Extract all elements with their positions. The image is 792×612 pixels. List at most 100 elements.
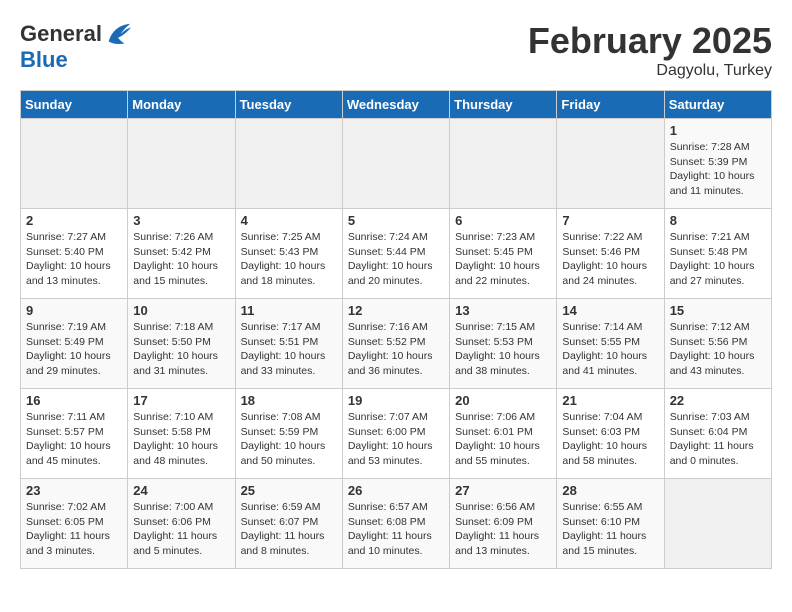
day-number: 14 bbox=[562, 303, 658, 318]
calendar-cell: 13 Sunrise: 7:15 AM Sunset: 5:53 PM Dayli… bbox=[450, 299, 557, 389]
day-info: Sunrise: 6:56 AM Sunset: 6:09 PM Dayligh… bbox=[455, 500, 551, 559]
calendar-cell: 2 Sunrise: 7:27 AM Sunset: 5:40 PM Daylig… bbox=[21, 209, 128, 299]
day-info: Sunrise: 6:55 AM Sunset: 6:10 PM Dayligh… bbox=[562, 500, 658, 559]
calendar-cell: 21 Sunrise: 7:04 AM Sunset: 6:03 PM Dayli… bbox=[557, 389, 664, 479]
calendar-cell: 16 Sunrise: 7:11 AM Sunset: 5:57 PM Dayli… bbox=[21, 389, 128, 479]
calendar-cell: 9 Sunrise: 7:19 AM Sunset: 5:49 PM Daylig… bbox=[21, 299, 128, 389]
logo-general: General bbox=[20, 21, 102, 46]
day-info: Sunrise: 7:16 AM Sunset: 5:52 PM Dayligh… bbox=[348, 320, 444, 379]
day-info: Sunrise: 7:08 AM Sunset: 5:59 PM Dayligh… bbox=[241, 410, 337, 469]
day-number: 12 bbox=[348, 303, 444, 318]
calendar-cell: 7 Sunrise: 7:22 AM Sunset: 5:46 PM Daylig… bbox=[557, 209, 664, 299]
calendar-cell: 6Sunrise: 7:23 AM Sunset: 5:45 PM Daylig… bbox=[450, 209, 557, 299]
day-number: 24 bbox=[133, 483, 229, 498]
calendar-cell bbox=[450, 119, 557, 209]
day-number: 3 bbox=[133, 213, 229, 228]
day-number: 16 bbox=[26, 393, 122, 408]
week-row: 16 Sunrise: 7:11 AM Sunset: 5:57 PM Dayli… bbox=[21, 389, 772, 479]
day-info: Sunrise: 7:17 AM Sunset: 5:51 PM Dayligh… bbox=[241, 320, 337, 379]
calendar-cell: 22Sunrise: 7:03 AM Sunset: 6:04 PM Dayli… bbox=[664, 389, 771, 479]
day-number: 21 bbox=[562, 393, 658, 408]
day-info: Sunrise: 7:25 AM Sunset: 5:43 PM Dayligh… bbox=[241, 230, 337, 289]
logo-bird-icon bbox=[104, 20, 132, 48]
calendar-cell: 11 Sunrise: 7:17 AM Sunset: 5:51 PM Dayli… bbox=[235, 299, 342, 389]
day-info: Sunrise: 7:11 AM Sunset: 5:57 PM Dayligh… bbox=[26, 410, 122, 469]
calendar-cell: 18Sunrise: 7:08 AM Sunset: 5:59 PM Dayli… bbox=[235, 389, 342, 479]
day-header-saturday: Saturday bbox=[664, 91, 771, 119]
day-number: 22 bbox=[670, 393, 766, 408]
day-number: 13 bbox=[455, 303, 551, 318]
header-row: SundayMondayTuesdayWednesdayThursdayFrid… bbox=[21, 91, 772, 119]
calendar-table: SundayMondayTuesdayWednesdayThursdayFrid… bbox=[20, 90, 772, 569]
week-row: 23Sunrise: 7:02 AM Sunset: 6:05 PM Dayli… bbox=[21, 479, 772, 569]
logo-blue: Blue bbox=[20, 47, 68, 72]
calendar-cell: 3 Sunrise: 7:26 AM Sunset: 5:42 PM Daylig… bbox=[128, 209, 235, 299]
day-header-thursday: Thursday bbox=[450, 91, 557, 119]
day-info: Sunrise: 7:24 AM Sunset: 5:44 PM Dayligh… bbox=[348, 230, 444, 289]
day-info: Sunrise: 7:12 AM Sunset: 5:56 PM Dayligh… bbox=[670, 320, 766, 379]
calendar-cell: 12 Sunrise: 7:16 AM Sunset: 5:52 PM Dayli… bbox=[342, 299, 449, 389]
day-number: 2 bbox=[26, 213, 122, 228]
week-row: 9 Sunrise: 7:19 AM Sunset: 5:49 PM Daylig… bbox=[21, 299, 772, 389]
calendar-cell: 20 Sunrise: 7:06 AM Sunset: 6:01 PM Dayli… bbox=[450, 389, 557, 479]
calendar-cell: 15 Sunrise: 7:12 AM Sunset: 5:56 PM Dayli… bbox=[664, 299, 771, 389]
day-info: Sunrise: 7:19 AM Sunset: 5:49 PM Dayligh… bbox=[26, 320, 122, 379]
day-number: 19 bbox=[348, 393, 444, 408]
calendar-cell: 28 Sunrise: 6:55 AM Sunset: 6:10 PM Dayli… bbox=[557, 479, 664, 569]
calendar-cell: 1Sunrise: 7:28 AM Sunset: 5:39 PM Daylig… bbox=[664, 119, 771, 209]
day-header-wednesday: Wednesday bbox=[342, 91, 449, 119]
day-number: 27 bbox=[455, 483, 551, 498]
day-number: 15 bbox=[670, 303, 766, 318]
calendar-cell: 17 Sunrise: 7:10 AM Sunset: 5:58 PM Dayli… bbox=[128, 389, 235, 479]
day-info: Sunrise: 6:57 AM Sunset: 6:08 PM Dayligh… bbox=[348, 500, 444, 559]
day-info: Sunrise: 7:04 AM Sunset: 6:03 PM Dayligh… bbox=[562, 410, 658, 469]
day-number: 1 bbox=[670, 123, 766, 138]
day-number: 7 bbox=[562, 213, 658, 228]
day-number: 25 bbox=[241, 483, 337, 498]
day-header-friday: Friday bbox=[557, 91, 664, 119]
logo: General Blue bbox=[20, 20, 132, 72]
day-info: Sunrise: 7:00 AM Sunset: 6:06 PM Dayligh… bbox=[133, 500, 229, 559]
day-info: Sunrise: 7:26 AM Sunset: 5:42 PM Dayligh… bbox=[133, 230, 229, 289]
calendar-cell: 25Sunrise: 6:59 AM Sunset: 6:07 PM Dayli… bbox=[235, 479, 342, 569]
day-info: Sunrise: 7:10 AM Sunset: 5:58 PM Dayligh… bbox=[133, 410, 229, 469]
day-info: Sunrise: 7:18 AM Sunset: 5:50 PM Dayligh… bbox=[133, 320, 229, 379]
day-info: Sunrise: 7:07 AM Sunset: 6:00 PM Dayligh… bbox=[348, 410, 444, 469]
day-info: Sunrise: 7:21 AM Sunset: 5:48 PM Dayligh… bbox=[670, 230, 766, 289]
day-header-tuesday: Tuesday bbox=[235, 91, 342, 119]
day-header-monday: Monday bbox=[128, 91, 235, 119]
day-number: 11 bbox=[241, 303, 337, 318]
day-info: Sunrise: 7:23 AM Sunset: 5:45 PM Dayligh… bbox=[455, 230, 551, 289]
day-number: 10 bbox=[133, 303, 229, 318]
header: General Blue February 2025 Dagyolu, Turk… bbox=[20, 20, 772, 80]
calendar-cell: 26 Sunrise: 6:57 AM Sunset: 6:08 PM Dayli… bbox=[342, 479, 449, 569]
day-info: Sunrise: 7:15 AM Sunset: 5:53 PM Dayligh… bbox=[455, 320, 551, 379]
day-number: 5 bbox=[348, 213, 444, 228]
day-number: 20 bbox=[455, 393, 551, 408]
month-title: February 2025 bbox=[528, 20, 772, 62]
calendar-cell: 14Sunrise: 7:14 AM Sunset: 5:55 PM Dayli… bbox=[557, 299, 664, 389]
calendar-cell: 19 Sunrise: 7:07 AM Sunset: 6:00 PM Dayli… bbox=[342, 389, 449, 479]
calendar-cell: 24 Sunrise: 7:00 AM Sunset: 6:06 PM Dayli… bbox=[128, 479, 235, 569]
calendar-cell bbox=[21, 119, 128, 209]
day-number: 9 bbox=[26, 303, 122, 318]
calendar-cell bbox=[235, 119, 342, 209]
calendar-cell bbox=[664, 479, 771, 569]
day-info: Sunrise: 7:22 AM Sunset: 5:46 PM Dayligh… bbox=[562, 230, 658, 289]
location: Dagyolu, Turkey bbox=[528, 62, 772, 80]
day-number: 28 bbox=[562, 483, 658, 498]
calendar-cell: 8Sunrise: 7:21 AM Sunset: 5:48 PM Daylig… bbox=[664, 209, 771, 299]
calendar-cell bbox=[128, 119, 235, 209]
day-number: 17 bbox=[133, 393, 229, 408]
day-info: Sunrise: 7:27 AM Sunset: 5:40 PM Dayligh… bbox=[26, 230, 122, 289]
day-number: 26 bbox=[348, 483, 444, 498]
calendar-cell: 10 Sunrise: 7:18 AM Sunset: 5:50 PM Dayli… bbox=[128, 299, 235, 389]
day-header-sunday: Sunday bbox=[21, 91, 128, 119]
day-number: 4 bbox=[241, 213, 337, 228]
calendar-cell: 4 Sunrise: 7:25 AM Sunset: 5:43 PM Daylig… bbox=[235, 209, 342, 299]
calendar-cell: 23Sunrise: 7:02 AM Sunset: 6:05 PM Dayli… bbox=[21, 479, 128, 569]
day-info: Sunrise: 7:06 AM Sunset: 6:01 PM Dayligh… bbox=[455, 410, 551, 469]
day-number: 23 bbox=[26, 483, 122, 498]
title-block: February 2025 Dagyolu, Turkey bbox=[528, 20, 772, 80]
calendar-cell: 27 Sunrise: 6:56 AM Sunset: 6:09 PM Dayli… bbox=[450, 479, 557, 569]
